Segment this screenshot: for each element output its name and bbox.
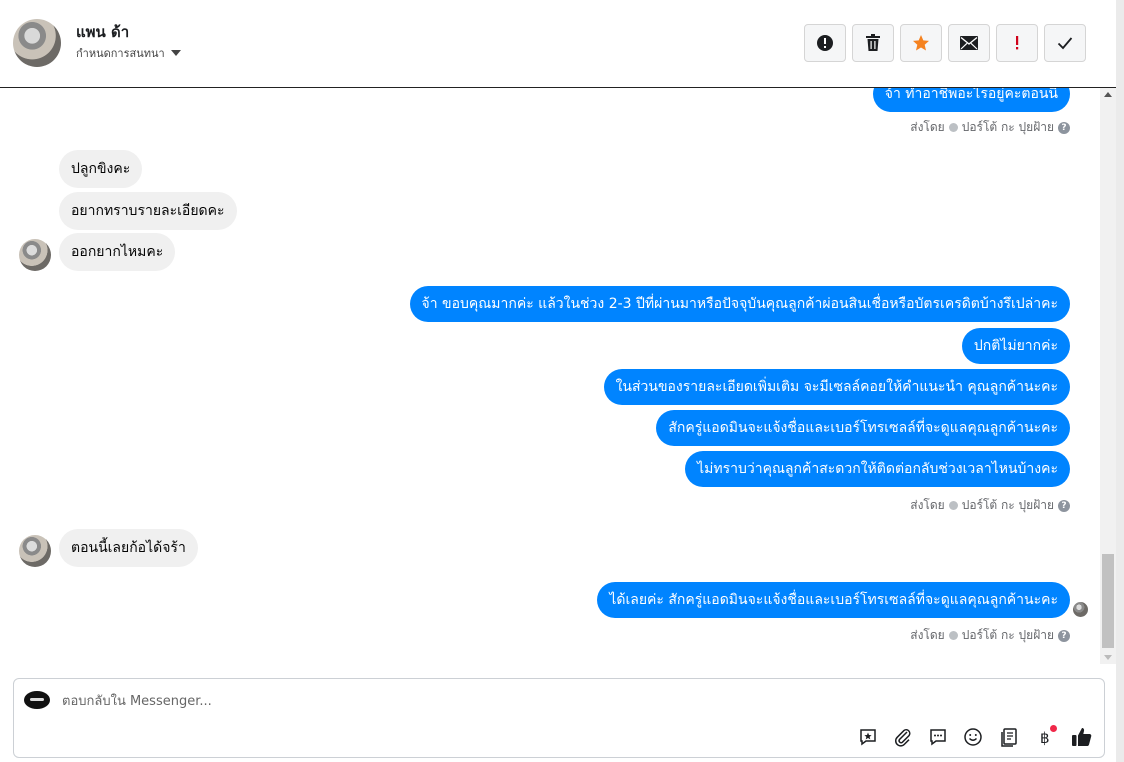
catalog-icon	[1001, 728, 1017, 747]
sender-name: ปอร์โต้ กะ ปุยฝ้าย	[961, 120, 1054, 134]
seen-indicator-avatar	[1073, 602, 1088, 617]
attach-file-button[interactable]	[891, 725, 915, 749]
message-outgoing[interactable]: ในส่วนของรายละเอียดเพิ่มเติม จะมีเซลล์คอ…	[603, 369, 1070, 405]
thread-scrollbar[interactable]	[1100, 88, 1116, 664]
message-outgoing[interactable]: ไม่ทราบว่าคุณลูกค้าสะดวกให้ติดต่อกลับช่ว…	[685, 451, 1070, 487]
conversation-header: แพน ด้า กำหนดการสนทนา	[0, 0, 1116, 88]
quick-reply-button[interactable]	[926, 725, 950, 749]
emoji-button[interactable]	[961, 725, 985, 749]
payment-button[interactable]: ฿	[1033, 725, 1057, 749]
envelope-icon	[960, 36, 978, 50]
saved-reply-icon	[860, 729, 876, 746]
help-icon[interactable]: ?	[1058, 629, 1070, 642]
messenger-inbox-window: แพน ด้า กำหนดการสนทนา จ้า ทำอาชีพอะไรอยู…	[0, 0, 1124, 762]
conversation-assign-dropdown[interactable]: กำหนดการสนทนา	[76, 44, 181, 62]
svg-text:฿: ฿	[1040, 729, 1050, 747]
scrollbar-thumb[interactable]	[1102, 554, 1114, 648]
reply-input[interactable]	[62, 689, 962, 713]
conversation-assign-label: กำหนดการสนทนา	[76, 47, 165, 60]
chat-bubble-icon	[930, 729, 946, 746]
window-edge	[1116, 0, 1124, 762]
scroll-up-arrow-icon[interactable]	[1104, 92, 1112, 97]
sent-by-label: ส่งโดย ปอร์โต้ กะ ปุยฝ้าย ?	[910, 496, 1070, 515]
sent-by-prefix: ส่งโดย	[910, 498, 945, 512]
help-icon[interactable]: ?	[1058, 499, 1070, 512]
sender-status-icon	[948, 501, 958, 510]
star-icon	[913, 35, 929, 51]
help-icon[interactable]: ?	[1058, 121, 1070, 134]
emoji-icon	[964, 728, 982, 746]
sent-by-prefix: ส่งโดย	[910, 628, 945, 642]
message-outgoing[interactable]: จ้า ขอบคุณมากค่ะ แล้วในช่วง 2-3 ปีที่ผ่า…	[409, 286, 1070, 322]
alert-circle-icon	[817, 35, 833, 51]
message-outgoing[interactable]: สักครู่แอดมินจะแจ้งชื่อและเบอร์โทรเซลล์ท…	[656, 410, 1070, 446]
message-outgoing[interactable]: ได้เลยค่ะ สักครู่แอดมินจะแจ้งชื่อและเบอร…	[597, 582, 1070, 618]
sender-status-icon	[948, 123, 958, 132]
message-incoming[interactable]: ปลูกขิงคะ	[59, 150, 143, 188]
attachment-icon	[895, 729, 911, 747]
check-icon	[1057, 37, 1073, 50]
contact-avatar[interactable]	[13, 19, 61, 67]
mark-unread-button[interactable]	[948, 24, 990, 62]
sent-by-label: ส่งโดย ปอร์โต้ กะ ปุยฝ้าย ?	[910, 118, 1070, 137]
catalog-button[interactable]	[998, 725, 1022, 749]
scroll-down-arrow-icon[interactable]	[1104, 655, 1112, 660]
conversation-toolbar	[804, 24, 1086, 62]
sender-status-icon	[948, 631, 958, 640]
reply-composer: ฿	[13, 678, 1105, 758]
follow-up-button[interactable]	[996, 24, 1038, 62]
thumbs-up-icon	[1072, 728, 1092, 746]
mark-done-button[interactable]	[1044, 24, 1086, 62]
sender-name: ปอร์โต้ กะ ปุยฝ้าย	[961, 498, 1054, 512]
trash-icon	[866, 34, 880, 51]
message-incoming[interactable]: อยากทราบรายละเอียดคะ	[59, 192, 237, 230]
delete-button[interactable]	[852, 24, 894, 62]
star-button[interactable]	[900, 24, 942, 62]
page-logo-icon	[24, 691, 50, 709]
send-like-button[interactable]	[1070, 725, 1094, 749]
message-thread[interactable]: จ้า ทำอาชีพอะไรอยู่คะตอนนี้ ส่งโดย ปอร์โ…	[0, 88, 1100, 664]
contact-name[interactable]: แพน ด้า	[76, 20, 129, 44]
saved-reply-button[interactable]	[856, 725, 880, 749]
sent-by-label: ส่งโดย ปอร์โต้ กะ ปุยฝ้าย ?	[910, 626, 1070, 645]
message-incoming[interactable]: ออกยากไหมคะ	[59, 233, 176, 271]
mark-spam-button[interactable]	[804, 24, 846, 62]
contact-avatar-small	[19, 535, 51, 567]
message-incoming[interactable]: ตอนนี้เลยก้อได้จร้า	[59, 529, 198, 567]
sent-by-prefix: ส่งโดย	[910, 120, 945, 134]
notification-dot	[1050, 725, 1057, 732]
caret-down-icon	[170, 50, 181, 56]
contact-avatar-small	[19, 239, 51, 271]
sender-name: ปอร์โต้ กะ ปุยฝ้าย	[961, 628, 1054, 642]
exclamation-icon	[1016, 36, 1019, 50]
message-outgoing[interactable]: ปกติไม่ยากค่ะ	[961, 328, 1070, 364]
message-outgoing[interactable]: จ้า ทำอาชีพอะไรอยู่คะตอนนี้	[872, 88, 1070, 112]
